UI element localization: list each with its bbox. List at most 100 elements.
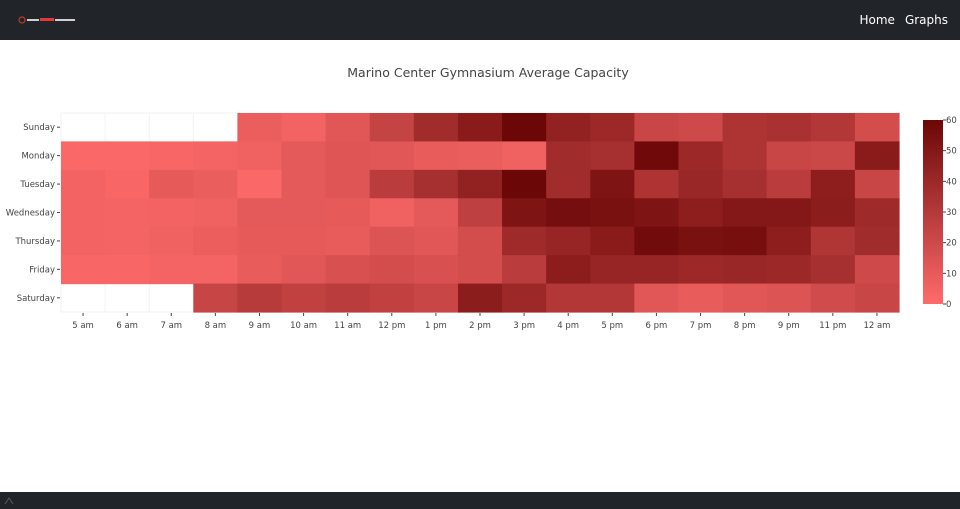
heatmap-cell[interactable] <box>457 226 503 256</box>
heatmap-cell[interactable] <box>810 169 856 199</box>
heatmap-cell[interactable] <box>193 169 239 199</box>
heatmap-cell[interactable] <box>61 255 106 285</box>
heatmap-cell[interactable] <box>590 113 635 143</box>
heatmap-cell[interactable] <box>369 113 415 143</box>
heatmap-cell[interactable] <box>502 283 547 313</box>
heatmap-cell[interactable] <box>193 198 239 228</box>
heatmap-cell[interactable] <box>634 255 680 285</box>
heatmap-cell[interactable] <box>237 141 283 171</box>
heatmap-cell[interactable] <box>854 141 900 171</box>
heatmap-cell[interactable] <box>722 255 768 285</box>
heatmap-cell[interactable] <box>722 113 768 143</box>
heatmap-cell[interactable] <box>413 113 459 143</box>
heatmap-cell[interactable] <box>766 255 812 285</box>
heatmap-cell[interactable] <box>546 255 591 285</box>
heatmap-cell[interactable] <box>149 226 194 256</box>
heatmap-cell[interactable] <box>766 169 812 199</box>
heatmap-cell[interactable] <box>590 169 635 199</box>
heatmap-cell[interactable] <box>546 226 591 256</box>
heatmap-cell[interactable] <box>634 113 680 143</box>
heatmap-cell[interactable] <box>854 255 900 285</box>
heatmap-cell[interactable] <box>457 255 503 285</box>
heatmap-cell[interactable] <box>325 283 371 313</box>
heatmap-cell[interactable] <box>61 198 106 228</box>
heatmap-cell[interactable] <box>810 113 856 143</box>
heatmap-cell[interactable] <box>237 113 283 143</box>
heatmap-cell[interactable] <box>810 226 856 256</box>
heatmap-cell[interactable] <box>281 226 327 256</box>
heatmap-cell[interactable] <box>149 169 194 199</box>
heatmap-cell[interactable] <box>546 113 591 143</box>
heatmap-cell[interactable] <box>678 198 724 228</box>
heatmap-cell[interactable] <box>810 283 856 313</box>
heatmap-cell[interactable] <box>193 226 239 256</box>
heatmap-cell[interactable] <box>281 283 327 313</box>
heatmap-cell[interactable] <box>722 283 768 313</box>
heatmap-cell[interactable] <box>237 169 283 199</box>
heatmap-cell[interactable] <box>61 226 106 256</box>
heatmap-cell[interactable] <box>237 283 283 313</box>
heatmap-cell[interactable] <box>105 255 150 285</box>
heatmap-cell[interactable] <box>281 113 327 143</box>
nav-home-link[interactable]: Home <box>860 13 895 27</box>
heatmap-cell[interactable] <box>722 198 768 228</box>
heatmap-cell[interactable] <box>634 226 680 256</box>
heatmap-cell[interactable] <box>237 255 283 285</box>
heatmap-cell[interactable] <box>678 226 724 256</box>
heatmap-cell[interactable] <box>457 113 503 143</box>
heatmap-cell[interactable] <box>325 255 371 285</box>
heatmap-cell[interactable] <box>325 141 371 171</box>
heatmap-cell[interactable] <box>766 226 812 256</box>
heatmap-cell[interactable] <box>193 283 239 313</box>
heatmap-cell[interactable] <box>766 283 812 313</box>
heatmap-cell[interactable] <box>678 283 724 313</box>
heatmap-cell[interactable] <box>413 283 459 313</box>
heatmap-cell[interactable] <box>678 141 724 171</box>
heatmap-cell[interactable] <box>546 283 591 313</box>
heatmap-cell[interactable] <box>237 226 283 256</box>
heatmap-cell[interactable] <box>722 141 768 171</box>
heatmap-cell[interactable] <box>281 169 327 199</box>
brand-logo[interactable] <box>18 12 80 28</box>
heatmap-cell[interactable] <box>546 141 591 171</box>
heatmap-cell[interactable] <box>457 169 503 199</box>
heatmap-cell[interactable] <box>634 198 680 228</box>
heatmap-cell[interactable] <box>854 113 900 143</box>
heatmap-cell[interactable] <box>590 283 635 313</box>
heatmap-cell[interactable] <box>281 141 327 171</box>
heatmap-cell[interactable] <box>325 198 371 228</box>
heatmap-cell[interactable] <box>281 255 327 285</box>
heatmap-cell[interactable] <box>369 283 415 313</box>
heatmap-cell[interactable] <box>590 141 635 171</box>
heatmap-cell[interactable] <box>766 198 812 228</box>
heatmap-cell[interactable] <box>61 141 106 171</box>
heatmap-cell[interactable] <box>678 169 724 199</box>
heatmap-cell[interactable] <box>854 169 900 199</box>
heatmap-cell[interactable] <box>325 226 371 256</box>
heatmap-cell[interactable] <box>457 198 503 228</box>
heatmap-cell[interactable] <box>457 283 503 313</box>
heatmap-cell[interactable] <box>105 226 150 256</box>
heatmap-cell[interactable] <box>546 198 591 228</box>
heatmap-cell[interactable] <box>237 198 283 228</box>
heatmap-cell[interactable] <box>105 169 150 199</box>
heatmap-cell[interactable] <box>546 169 591 199</box>
heatmap-cell[interactable] <box>810 255 856 285</box>
heatmap-cell[interactable] <box>61 169 106 199</box>
heatmap-cell[interactable] <box>502 198 547 228</box>
heatmap-cell[interactable] <box>722 169 768 199</box>
heatmap-cell[interactable] <box>634 141 680 171</box>
heatmap-cell[interactable] <box>149 198 194 228</box>
heatmap-cell[interactable] <box>502 113 547 143</box>
heatmap-cell[interactable] <box>413 255 459 285</box>
heatmap-cell[interactable] <box>766 141 812 171</box>
heatmap-cell[interactable] <box>413 198 459 228</box>
heatmap-cell[interactable] <box>502 255 547 285</box>
heatmap-cell[interactable] <box>854 283 900 313</box>
heatmap-cell[interactable] <box>854 226 900 256</box>
heatmap-cell[interactable] <box>325 169 371 199</box>
heatmap-cell[interactable] <box>149 141 194 171</box>
heatmap-cell[interactable] <box>502 141 547 171</box>
heatmap-cell[interactable] <box>766 113 812 143</box>
heatmap-cell[interactable] <box>105 141 150 171</box>
